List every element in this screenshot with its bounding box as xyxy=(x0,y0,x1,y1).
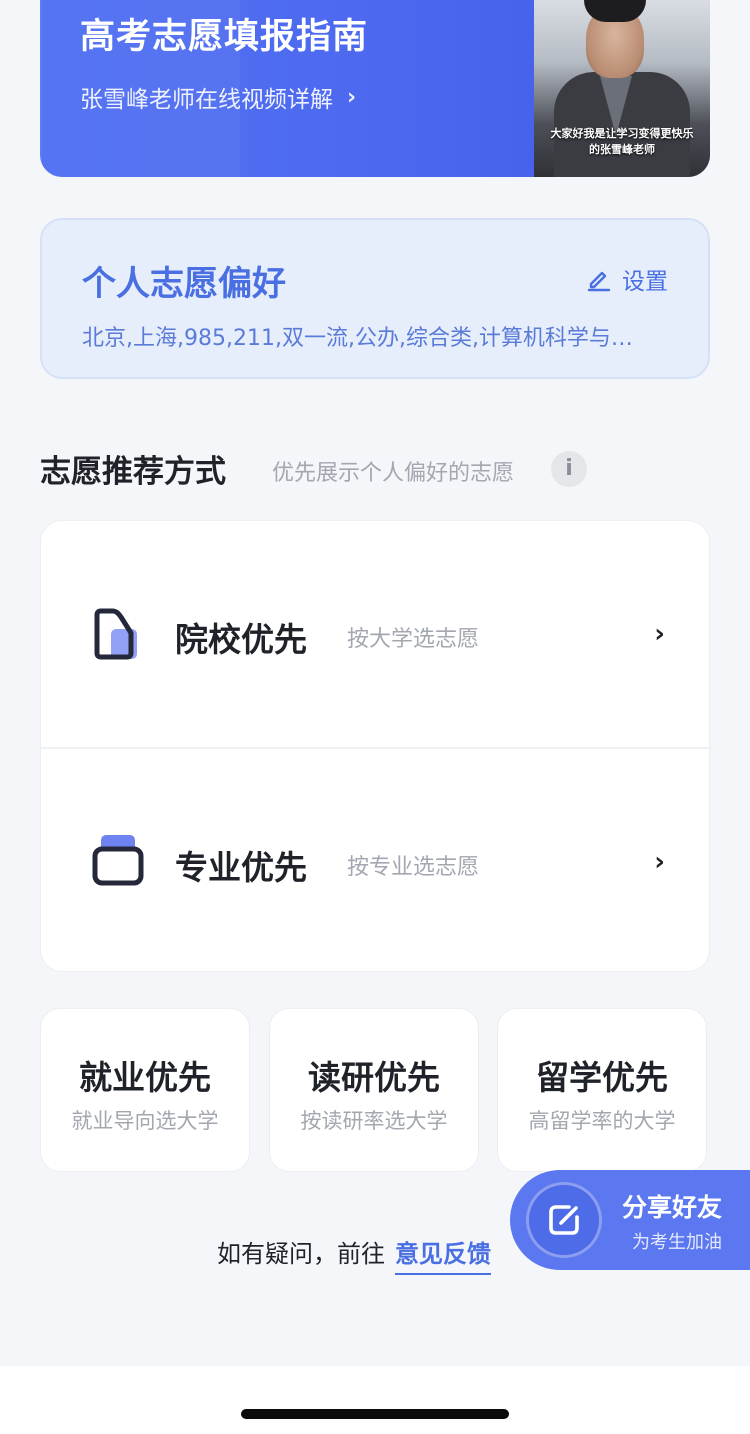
home-indicator[interactable] xyxy=(241,1409,509,1419)
share-glyph-icon xyxy=(549,1205,579,1235)
card-subtitle: 高留学率的大学 xyxy=(528,1109,676,1133)
preference-settings-button[interactable]: 设置 xyxy=(586,262,668,296)
banner-title: 高考志愿填报指南 xyxy=(80,17,369,57)
card-title: 读研优先 xyxy=(308,1058,440,1097)
card-employment-first[interactable]: 就业优先 就业导向选大学 xyxy=(40,1008,250,1172)
card-title: 留学优先 xyxy=(536,1058,668,1097)
card-subtitle: 按读研率选大学 xyxy=(300,1109,448,1133)
bottom-safe-area xyxy=(0,1366,750,1434)
card-title: 就业优先 xyxy=(79,1058,211,1097)
share-icon xyxy=(526,1182,602,1258)
section-title: 志愿推荐方式 xyxy=(40,454,226,490)
info-icon[interactable]: i xyxy=(551,451,587,487)
card-subtitle: 就业导向选大学 xyxy=(71,1109,219,1133)
chevron-right-icon: › xyxy=(654,619,665,649)
video-caption-line-1: 大家好我是让学习变得更快乐 xyxy=(550,127,694,140)
share-subtitle: 为考生加油 xyxy=(632,1232,722,1253)
settings-label: 设置 xyxy=(622,269,668,295)
card-study-abroad-first[interactable]: 留学优先 高留学率的大学 xyxy=(497,1008,707,1172)
edit-icon xyxy=(587,271,611,292)
preference-title: 个人志愿偏好 xyxy=(82,264,286,304)
school-icon xyxy=(94,608,137,660)
guide-banner[interactable]: 高考志愿填报指南 张雪峰老师在线视频详解 › 大家好我是让学习变得更快乐 的张雪… xyxy=(40,0,710,177)
feedback-prefix: 如有疑问，前往 xyxy=(217,1240,385,1268)
video-caption-line-2: 的张雪峰老师 xyxy=(589,143,655,156)
option-label: 专业优先 xyxy=(175,848,307,887)
option-subtitle: 按专业选志愿 xyxy=(347,855,480,880)
option-school-first[interactable]: 院校优先 按大学选志愿 › xyxy=(41,521,711,747)
card-graduate-first[interactable]: 读研优先 按读研率选大学 xyxy=(269,1008,479,1172)
option-subtitle: 按大学选志愿 xyxy=(347,627,480,652)
video-thumbnail[interactable]: 大家好我是让学习变得更快乐 的张雪峰老师 xyxy=(534,0,710,177)
feedback-link[interactable]: 意见反馈 xyxy=(395,1234,491,1275)
chevron-right-icon: › xyxy=(654,847,665,877)
chevron-right-icon: › xyxy=(347,84,357,110)
major-icon xyxy=(92,835,144,886)
banner-subtitle: 张雪峰老师在线视频详解 xyxy=(80,87,333,113)
preference-summary: 北京,上海,985,211,双一流,公办,综合类,计算机科学与… xyxy=(82,326,633,351)
section-hint: 优先展示个人偏好的志愿 xyxy=(272,461,515,486)
share-friends-button[interactable]: 分享好友 为考生加油 xyxy=(510,1170,750,1270)
share-title: 分享好友 xyxy=(622,1193,723,1222)
option-label: 院校优先 xyxy=(175,620,307,659)
video-caption: 大家好我是让学习变得更快乐 的张雪峰老师 xyxy=(534,126,710,158)
recommend-options-card: 院校优先 按大学选志愿 › 专业优先 按专业选志愿 › xyxy=(40,520,711,973)
feedback-line: 如有疑问，前往 意见反馈 xyxy=(217,1234,491,1275)
preference-card[interactable]: 个人志愿偏好 设置 北京,上海,985,211,双一流,公办,综合类,计算机科学… xyxy=(40,218,710,379)
option-major-first[interactable]: 专业优先 按专业选志愿 › xyxy=(41,747,711,973)
banner-video-link[interactable]: 张雪峰老师在线视频详解 › xyxy=(80,80,356,114)
